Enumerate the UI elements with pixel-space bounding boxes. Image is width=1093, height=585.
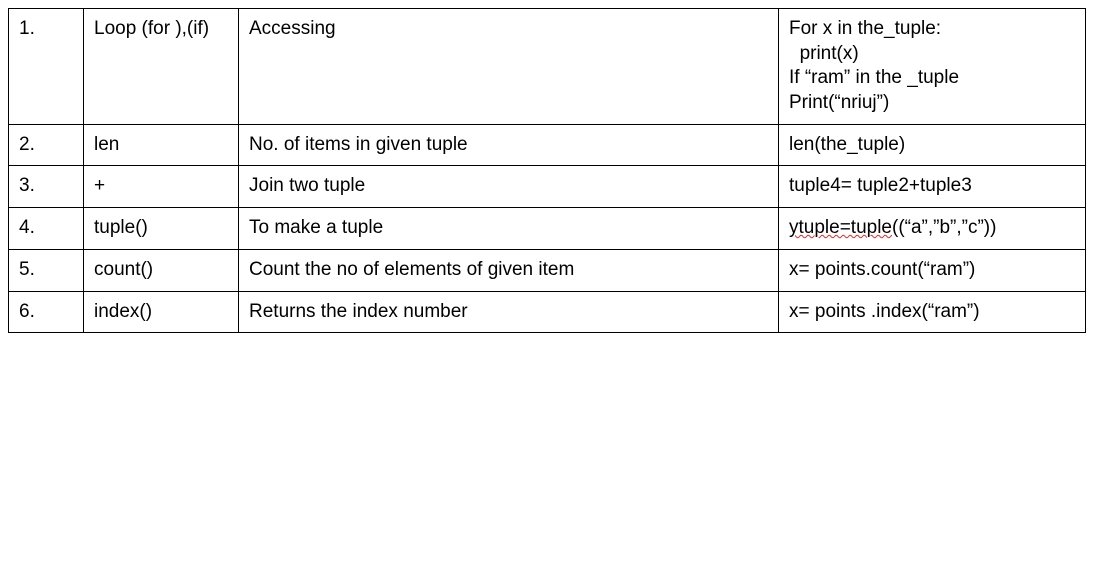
- cell-example: tuple4= tuple2+tuple3: [779, 166, 1086, 208]
- tuple-methods-table: 1. Loop (for ),(if) Accessing For x in t…: [8, 8, 1086, 333]
- cell-desc: No. of items in given tuple: [239, 124, 779, 166]
- cell-func: count(): [84, 249, 239, 291]
- cell-example: For x in the_tuple: print(x) If “ram” in…: [779, 9, 1086, 125]
- example-line: x= points.count(“ram”): [789, 258, 1075, 283]
- cell-num: 2.: [9, 124, 84, 166]
- example-line: Print(“nriuj”): [789, 91, 1075, 116]
- table-row: 2. len No. of items in given tuple len(t…: [9, 124, 1086, 166]
- cell-func: len: [84, 124, 239, 166]
- table-row: 4. tuple() To make a tuple ytuple=tuple(…: [9, 208, 1086, 250]
- cell-example: ytuple=tuple((“a”,”b”,”c”)): [779, 208, 1086, 250]
- cell-example: len(the_tuple): [779, 124, 1086, 166]
- table-row: 3. + Join two tuple tuple4= tuple2+tuple…: [9, 166, 1086, 208]
- cell-num: 1.: [9, 9, 84, 125]
- cell-desc: Join two tuple: [239, 166, 779, 208]
- cell-func: Loop (for ),(if): [84, 9, 239, 125]
- cell-num: 4.: [9, 208, 84, 250]
- example-line: x= points .index(“ram”): [789, 300, 1075, 325]
- spellcheck-text: ytuple=tuple: [789, 217, 892, 238]
- cell-desc: Count the no of elements of given item: [239, 249, 779, 291]
- table-row: 5. count() Count the no of elements of g…: [9, 249, 1086, 291]
- table-row: 6. index() Returns the index number x= p…: [9, 291, 1086, 333]
- cell-example: x= points .index(“ram”): [779, 291, 1086, 333]
- cell-func: tuple(): [84, 208, 239, 250]
- example-text-tail: ((“a”,”b”,”c”)): [892, 217, 996, 238]
- cell-desc: To make a tuple: [239, 208, 779, 250]
- example-line: If “ram” in the _tuple: [789, 66, 1075, 91]
- cell-desc: Accessing: [239, 9, 779, 125]
- example-line: For x in the_tuple:: [789, 17, 1075, 42]
- table-row: 1. Loop (for ),(if) Accessing For x in t…: [9, 9, 1086, 125]
- cell-func: +: [84, 166, 239, 208]
- cell-desc: Returns the index number: [239, 291, 779, 333]
- example-line: print(x): [789, 42, 1075, 67]
- cell-example: x= points.count(“ram”): [779, 249, 1086, 291]
- cell-num: 3.: [9, 166, 84, 208]
- cell-func: index(): [84, 291, 239, 333]
- cell-num: 5.: [9, 249, 84, 291]
- cell-num: 6.: [9, 291, 84, 333]
